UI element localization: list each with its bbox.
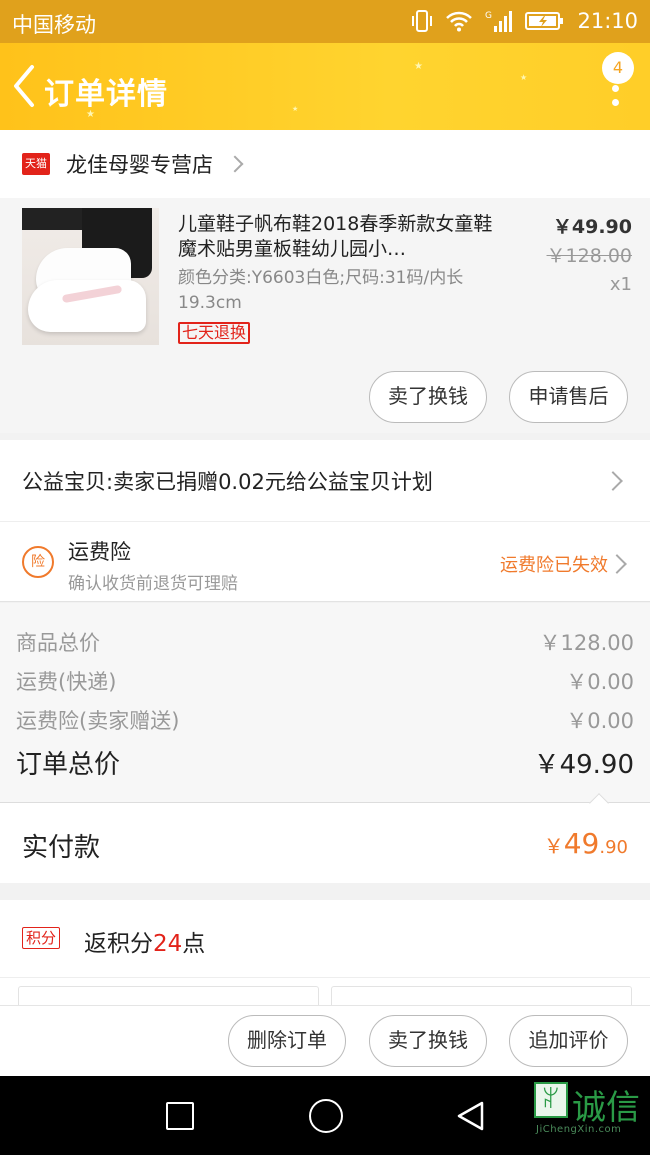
- amount-decimal: .90: [599, 837, 628, 858]
- product-card[interactable]: 儿童鞋子帆布鞋2018春季新款女童鞋魔术贴男童板鞋幼儿园小… 颜色分类:Y660…: [0, 198, 650, 433]
- chevron-right-icon: [607, 554, 627, 574]
- battery-charging-icon: [525, 12, 564, 30]
- product-title[interactable]: 儿童鞋子帆布鞋2018春季新款女童鞋魔术贴男童板鞋幼儿园小…: [178, 212, 498, 262]
- points-tag: 积分: [22, 927, 61, 949]
- wifi-icon: [446, 11, 473, 32]
- product-price: ￥49.90: [552, 216, 632, 238]
- order-total-label: 订单总价: [16, 750, 121, 780]
- points-row: 积分 返积分24点: [0, 900, 650, 978]
- sparkle-decoration: ★: [414, 61, 423, 72]
- insurance-subtitle: 确认收货前退货可理赔: [68, 574, 238, 594]
- price-summary: 商品总价 ￥128.00 运费(快递) ￥0.00 运费险(卖家赠送) ￥0.0…: [0, 603, 650, 803]
- actual-payment-amount: ￥49.90: [544, 827, 628, 860]
- clock: 21:10: [577, 9, 638, 33]
- vibrate-icon: [412, 10, 433, 32]
- product-thumbnail[interactable]: [22, 208, 159, 345]
- actual-payment-label: 实付款: [22, 833, 101, 863]
- shop-name[interactable]: 龙佳母婴专营店: [66, 149, 213, 179]
- signal-icon: G: [485, 11, 513, 32]
- insurance-status[interactable]: 运费险已失效: [500, 551, 608, 577]
- page-title: 订单详情: [44, 77, 168, 112]
- delete-order-button[interactable]: 删除订单: [228, 1015, 346, 1067]
- summary-row: 商品总价 ￥128.00: [16, 627, 634, 657]
- summary-row: 运费险(卖家赠送) ￥0.00: [16, 705, 634, 735]
- message-count-badge[interactable]: 4: [602, 52, 634, 84]
- resell-button[interactable]: 卖了换钱: [369, 371, 487, 423]
- order-total-row: 订单总价 ￥49.90: [16, 744, 634, 781]
- summary-label: 商品总价: [16, 631, 100, 655]
- status-bar: 中国移动 G 21:10: [0, 0, 650, 43]
- watermark-url: JiChengXin.com: [536, 1124, 622, 1135]
- shop-header[interactable]: 天猫 龙佳母婴专营店: [0, 130, 650, 198]
- recent-apps-icon[interactable]: [166, 1102, 194, 1130]
- chevron-right-icon: [226, 155, 244, 173]
- carrier-name: 中国移动: [12, 13, 96, 37]
- header-bar: ★ ★ ★ ★ 订单详情 4: [0, 43, 650, 130]
- product-original-price: ￥128.00: [546, 245, 632, 267]
- summary-value: ￥128.00: [539, 631, 634, 655]
- resell-button[interactable]: 卖了换钱: [369, 1015, 487, 1067]
- svg-text:G: G: [485, 11, 492, 21]
- points-text: 返积分24点: [84, 924, 205, 958]
- points-prefix: 返积分: [84, 931, 153, 957]
- chevron-right-icon: [603, 470, 623, 491]
- actual-payment-row: 实付款 ￥49.90: [0, 793, 650, 883]
- watermark-text: 诚信: [572, 1088, 640, 1128]
- more-menu-icon[interactable]: [612, 85, 620, 123]
- summary-value: ￥0.00: [566, 709, 634, 733]
- amount-integer: 49: [563, 827, 600, 860]
- currency-symbol: ￥: [543, 834, 564, 858]
- back-icon[interactable]: [455, 1100, 485, 1132]
- charity-row[interactable]: 公益宝贝:卖家已捐赠0.02元给公益宝贝计划: [0, 440, 650, 522]
- sparkle-decoration: ★: [520, 73, 528, 82]
- summary-label: 运费险(卖家赠送): [16, 709, 180, 733]
- recommendation-area: [0, 978, 650, 1016]
- watermark-mark: ꆳ: [534, 1082, 568, 1118]
- return-policy-tag: 七天退换: [178, 322, 251, 344]
- insurance-title: 运费险: [68, 540, 131, 564]
- points-count: 24: [153, 931, 183, 957]
- summary-label: 运费(快递): [16, 670, 117, 694]
- sparkle-decoration: ★: [292, 105, 299, 113]
- watermark-logo: ꆳ 诚信 JiChengXin.com: [532, 1080, 650, 1140]
- shipping-insurance-row[interactable]: 险 运费险 确认收货前退货可理赔 运费险已失效: [0, 522, 650, 602]
- after-sales-button[interactable]: 申请售后: [509, 371, 628, 423]
- tmall-icon: 天猫: [22, 153, 50, 175]
- charity-text: 公益宝贝:卖家已捐赠0.02元给公益宝贝计划: [22, 469, 433, 494]
- product-sku: 颜色分类:Y6603白色;尺码:31码/内长19.3cm: [178, 268, 464, 313]
- product-quantity: x1: [609, 274, 632, 295]
- home-icon[interactable]: [309, 1099, 343, 1133]
- summary-row: 运费(快递) ￥0.00: [16, 666, 634, 696]
- summary-value: ￥0.00: [566, 670, 634, 694]
- bottom-action-bar: 删除订单 卖了换钱 追加评价: [0, 1005, 650, 1076]
- order-total-value: ￥49.90: [533, 750, 634, 780]
- add-review-button[interactable]: 追加评价: [509, 1015, 628, 1067]
- back-arrow-icon[interactable]: [8, 63, 42, 109]
- insurance-icon: 险: [22, 546, 54, 578]
- points-suffix: 点: [182, 931, 206, 957]
